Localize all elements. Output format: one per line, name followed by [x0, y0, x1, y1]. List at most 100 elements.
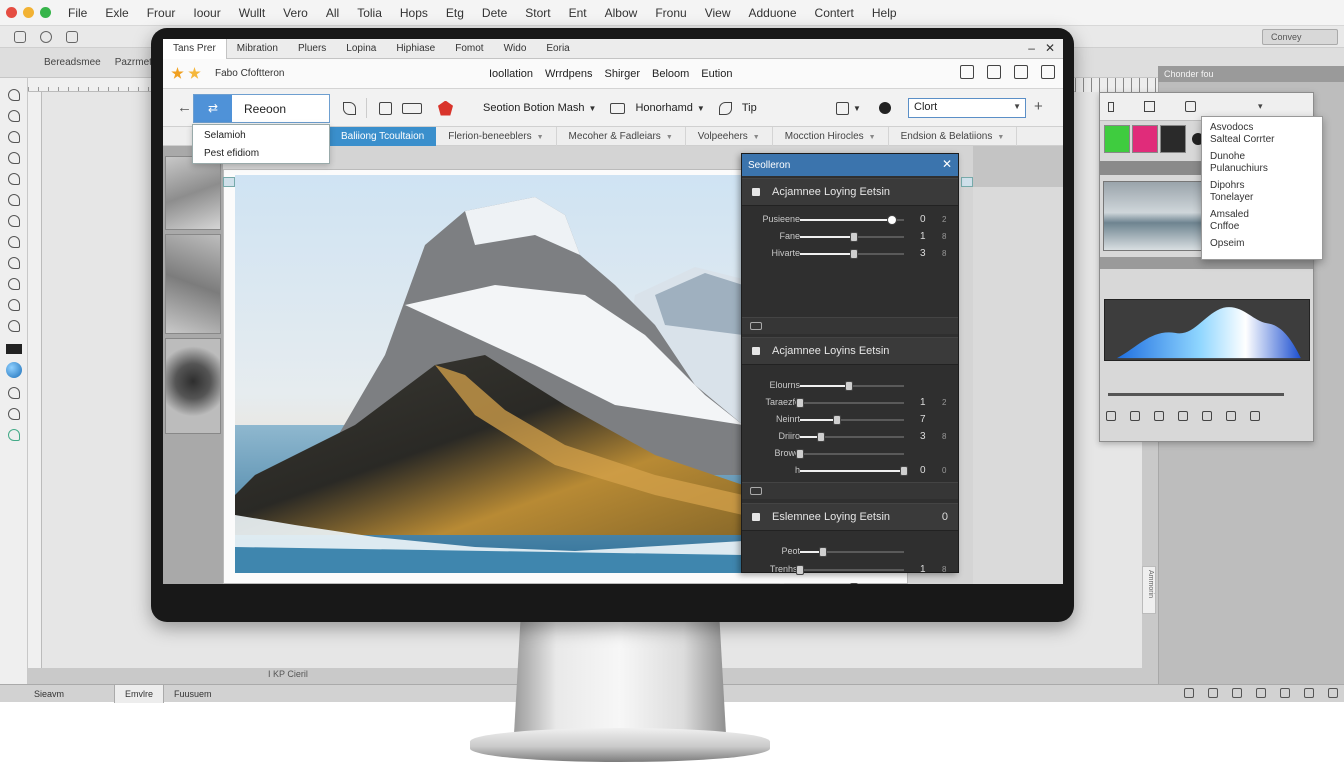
- dropdown-option[interactable]: Pest efidiom: [204, 147, 318, 161]
- sub-tab[interactable]: Volpeehers ▼: [686, 126, 773, 146]
- star-icon[interactable]: [171, 67, 184, 79]
- photo-thumbnail[interactable]: [1103, 181, 1205, 251]
- eraser-tool-icon[interactable]: [7, 215, 20, 227]
- menu-option[interactable]: Salteal Corrter: [1210, 134, 1314, 146]
- lasso-tool-icon[interactable]: [7, 89, 20, 101]
- funnel-icon[interactable]: [1202, 411, 1212, 421]
- thumbnail[interactable]: [165, 338, 221, 434]
- tip-button[interactable]: Tip: [742, 102, 757, 114]
- green-swatch[interactable]: [1104, 125, 1130, 153]
- adjustment-slider[interactable]: [796, 449, 904, 459]
- grid-icon[interactable]: [379, 101, 392, 115]
- window-tab[interactable]: Lopina: [336, 39, 386, 59]
- adjustment-slider[interactable]: [796, 565, 904, 575]
- sub-tab[interactable]: Endsion & Belatiions ▼: [889, 126, 1018, 146]
- window-tab[interactable]: Fomot: [445, 39, 493, 59]
- green-tool-icon[interactable]: [7, 429, 20, 441]
- mask-icon[interactable]: [750, 322, 762, 330]
- menu-item[interactable]: File: [59, 6, 96, 20]
- chevron-down-icon[interactable]: ▼: [589, 104, 597, 113]
- window-tab[interactable]: Wido: [494, 39, 537, 59]
- slider-handle[interactable]: [833, 415, 842, 425]
- chevron-down-icon[interactable]: ▼: [697, 104, 705, 113]
- hand-tool-icon[interactable]: [7, 320, 20, 332]
- menu-item[interactable]: Wullt: [230, 6, 274, 20]
- layout-icon[interactable]: [1208, 688, 1218, 698]
- window-tab[interactable]: Hiphiase: [386, 39, 445, 59]
- shape-icon[interactable]: [438, 100, 453, 116]
- wand-icon[interactable]: [718, 101, 732, 115]
- menu-item[interactable]: Ent: [560, 6, 596, 20]
- sub-tab-active[interactable]: Baliiong Tcoultaion: [329, 126, 437, 146]
- menu-item[interactable]: Dete: [473, 6, 516, 20]
- tools-icon[interactable]: [1041, 65, 1055, 79]
- share-icon[interactable]: [1256, 688, 1266, 698]
- center-menu-item[interactable]: Beloom: [652, 68, 689, 80]
- bucket-icon[interactable]: [836, 101, 849, 115]
- stamp-tool-icon[interactable]: [7, 152, 20, 164]
- star-icon[interactable]: [188, 67, 201, 79]
- menu-option[interactable]: Pulanuchiurs: [1210, 163, 1314, 175]
- window-tab[interactable]: Eoria: [536, 39, 579, 59]
- slider-handle[interactable]: [850, 583, 859, 584]
- adjustment-slider[interactable]: [800, 415, 904, 425]
- menu-item[interactable]: All: [317, 6, 348, 20]
- grid-icon[interactable]: [66, 30, 78, 43]
- slider-handle[interactable]: [844, 381, 853, 391]
- menu-option[interactable]: Tonelayer: [1210, 192, 1314, 204]
- black-swatch[interactable]: [1160, 125, 1186, 153]
- layers-tool-icon[interactable]: [7, 387, 20, 399]
- monitor-icon[interactable]: [610, 102, 626, 114]
- info-icon[interactable]: [878, 102, 891, 114]
- menu-item[interactable]: Vero: [274, 6, 317, 20]
- menu-item[interactable]: Frour: [138, 6, 185, 20]
- menu-item[interactable]: Stort: [516, 6, 559, 20]
- layers-icon[interactable]: [1144, 101, 1155, 112]
- brush-tool-icon[interactable]: [7, 110, 20, 122]
- hanorhand-dropdown[interactable]: Honorhamd: [635, 102, 692, 114]
- settings-icon[interactable]: [40, 30, 52, 43]
- menu-item[interactable]: Hops: [391, 6, 437, 20]
- close-icon[interactable]: ✕: [1045, 41, 1055, 55]
- section-dropdown[interactable]: Seotion Botion Mash: [483, 102, 585, 114]
- panel-menu-icon[interactable]: ▾: [1258, 101, 1263, 112]
- adjustment-slider[interactable]: [800, 466, 908, 476]
- bg-tab[interactable]: Bereadsmee: [44, 57, 101, 68]
- close-icon[interactable]: ✕: [942, 157, 952, 171]
- new-file-icon[interactable]: [14, 30, 26, 43]
- adjustment-section[interactable]: Acjamnee Loyins Eetsin: [742, 337, 958, 365]
- brush-icon[interactable]: [343, 101, 356, 115]
- brush-icon[interactable]: [1106, 411, 1116, 421]
- menu-option[interactable]: Opseim: [1210, 238, 1314, 250]
- status-item[interactable]: Sieavm: [24, 685, 74, 703]
- menu-item[interactable]: Contert: [806, 6, 863, 20]
- thumbnail[interactable]: [165, 234, 221, 334]
- menu-item[interactable]: Adduone: [739, 6, 805, 20]
- slider-handle[interactable]: [818, 547, 827, 557]
- mountain-photo[interactable]: [235, 175, 743, 573]
- menu-item[interactable]: View: [696, 6, 740, 20]
- back-arrow-icon[interactable]: ←: [177, 99, 192, 116]
- menu-item[interactable]: Ioour: [184, 6, 229, 20]
- sub-tab[interactable]: Flerion-beneeblers ▼: [436, 126, 557, 146]
- eyedropper-tool-icon[interactable]: [7, 173, 20, 185]
- menu-item[interactable]: Help: [863, 6, 906, 20]
- slider-handle[interactable]: [796, 449, 804, 459]
- lock-icon[interactable]: [987, 65, 1001, 79]
- center-menu-item[interactable]: Eution: [701, 68, 732, 80]
- center-menu-item[interactable]: Shirger: [605, 68, 640, 80]
- crop-icon[interactable]: [960, 65, 974, 79]
- menu-option[interactable]: Dunohe: [1210, 151, 1314, 163]
- slider-handle[interactable]: [796, 565, 804, 575]
- swap-icon[interactable]: [1178, 411, 1188, 421]
- menu-item[interactable]: Fronu: [646, 6, 695, 20]
- sub-tab[interactable]: Mecoher & Fadleiars ▼: [557, 126, 686, 146]
- canvas-handle[interactable]: [223, 177, 235, 187]
- adjustment-slider[interactable]: [800, 249, 904, 259]
- shape-tool-icon[interactable]: [7, 278, 20, 290]
- thumbnail[interactable]: [165, 156, 221, 230]
- convey-button[interactable]: Convey: [1262, 29, 1338, 45]
- adjustment-slider[interactable]: [800, 232, 904, 242]
- pen-tool-icon[interactable]: [7, 131, 20, 143]
- dropdown-option[interactable]: Selamioh: [204, 129, 318, 143]
